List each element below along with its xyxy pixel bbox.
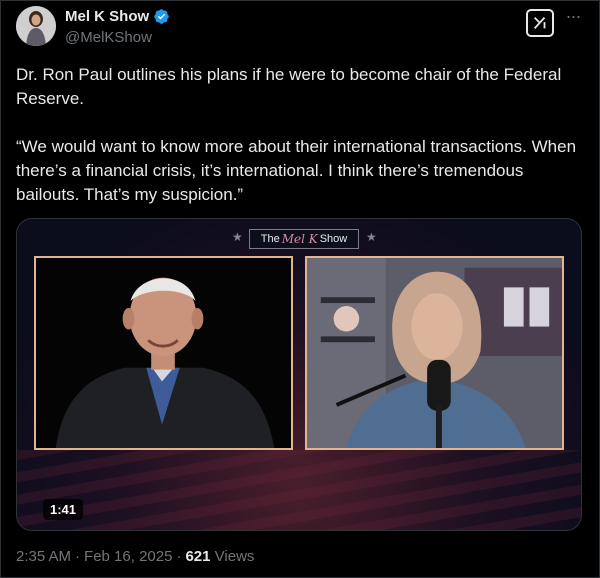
meta-separator: · <box>75 548 81 565</box>
show-logo-suffix: Show <box>319 233 348 245</box>
star-icon: ★ <box>232 230 243 244</box>
tweet-text: Dr. Ron Paul outlines his plans if he we… <box>16 63 586 207</box>
tweet-date[interactable]: Feb 16, 2025 <box>84 548 172 565</box>
author-avatar[interactable] <box>16 6 56 46</box>
grok-icon <box>533 16 546 30</box>
more-dots-icon[interactable]: ··· <box>562 7 584 29</box>
video-panel-host <box>305 256 564 450</box>
guest-figure-icon <box>36 258 291 448</box>
video-panel-guest <box>34 256 293 450</box>
tweet-meta: 2:35 AM · Feb 16, 2025 · 621 Views <box>16 548 254 565</box>
show-logo-prefix: The <box>260 233 280 245</box>
views-label: Views <box>214 548 255 565</box>
show-logo-script: Mel K <box>281 232 318 246</box>
tweet-paragraph-2: “We would want to know more about their … <box>16 137 577 204</box>
show-logo: The Mel K Show <box>249 229 359 249</box>
flag-stripes-decoration <box>17 450 581 530</box>
meta-separator: · <box>176 548 182 565</box>
video-player[interactable]: ★ The Mel K Show ★ 1:41 <box>16 218 582 531</box>
author-display-name[interactable]: Mel K Show <box>65 8 149 25</box>
star-icon: ★ <box>366 230 377 244</box>
tweet-card: Mel K Show @MelKShow ··· Dr. Ron Paul ou… <box>0 0 600 578</box>
views-count: 621 <box>185 548 211 565</box>
tweet-paragraph-1: Dr. Ron Paul outlines his plans if he we… <box>16 65 562 108</box>
tweet-time[interactable]: 2:35 AM <box>16 548 71 565</box>
video-duration-badge: 1:41 <box>43 499 84 520</box>
host-figure-icon <box>307 258 562 448</box>
author-name-row: Mel K Show <box>65 8 170 25</box>
author-handle[interactable]: @MelKShow <box>65 29 152 46</box>
verified-badge-icon <box>153 8 170 25</box>
profile-photo-icon <box>16 6 56 46</box>
grok-button[interactable] <box>526 9 554 37</box>
